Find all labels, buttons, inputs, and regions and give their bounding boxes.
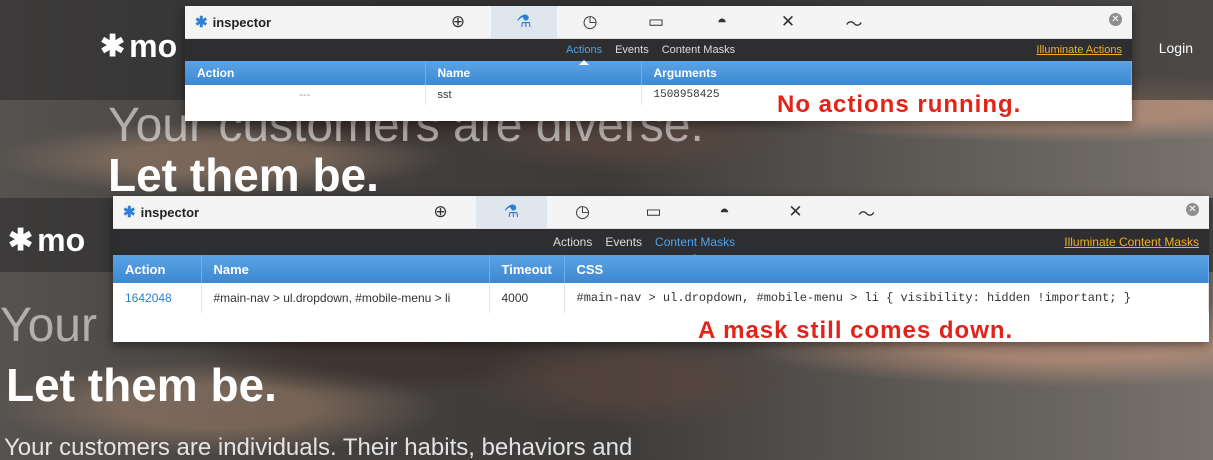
column-header-action[interactable]: Action	[185, 61, 426, 85]
annotation-mask-comes-down: A mask still comes down.	[698, 317, 1014, 344]
site-logo[interactable]: ✱ mo	[8, 222, 85, 259]
hero-headline-bold: Let them be.	[6, 359, 277, 411]
puzzle-icon: ✱	[195, 14, 208, 31]
cell-name: #main-nav > ul.dropdown, #mobile-menu > …	[201, 283, 490, 313]
illuminate-content-masks-link[interactable]: Illuminate Content Masks	[1064, 235, 1199, 249]
annotation-no-actions: No actions running.	[777, 91, 1022, 118]
column-header-name[interactable]: Name	[201, 255, 490, 283]
tab-events[interactable]: Events	[605, 235, 642, 249]
inspector-panel-actions: ✱ inspector ⊕ ⚗ ◷ ▭ ◓ ✕ 〜 ✕ Actions Even…	[185, 6, 1132, 121]
monitor-icon[interactable]: ▭	[623, 6, 689, 38]
cell-action-id[interactable]: 1642048	[113, 283, 202, 313]
inspector-subnav: Actions Events Content Masks Illuminate …	[113, 229, 1209, 259]
column-header-name[interactable]: Name	[425, 61, 642, 85]
table-row[interactable]: 1642048 #main-nav > ul.dropdown, #mobile…	[113, 283, 1209, 313]
inspector-title: ✱ inspector	[123, 203, 199, 221]
close-icon[interactable]: ✕	[1186, 203, 1199, 216]
logo-text: mo	[129, 28, 178, 64]
inspector-tabs: Actions Events Content Masks	[566, 39, 735, 65]
cell-action: ---	[185, 85, 426, 105]
tab-actions[interactable]: Actions	[553, 235, 592, 249]
tools-icon[interactable]: ✕	[755, 6, 821, 38]
tab-content-masks[interactable]: Content Masks	[662, 44, 735, 56]
inspector-title-text: inspector	[212, 14, 272, 30]
table-header-row: Action Name Timeout CSS	[113, 255, 1209, 283]
column-header-css[interactable]: CSS	[564, 255, 1209, 283]
site-logo[interactable]: ✱ mo	[100, 28, 177, 65]
column-header-action[interactable]: Action	[113, 255, 202, 283]
inspector-title-text: inspector	[140, 204, 200, 220]
monitor-icon[interactable]: ▭	[618, 196, 689, 228]
flask-icon[interactable]: ⚗	[476, 196, 547, 228]
stack-icon[interactable]: ◓	[689, 6, 755, 38]
cell-timeout: 4000	[489, 283, 565, 313]
stack-icon[interactable]: ◓	[689, 196, 760, 228]
tab-actions[interactable]: Actions	[566, 44, 602, 65]
illuminate-actions-link[interactable]: Illuminate Actions	[1036, 44, 1122, 56]
tool-buttons: ⊕ ⚗ ◷ ▭ ◓ ✕ 〜	[425, 6, 887, 38]
inspector-subnav: Actions Events Content Masks Illuminate …	[185, 39, 1132, 65]
table-header-row: Action Name Arguments	[185, 61, 1132, 85]
inspector-title: ✱ inspector	[195, 13, 271, 31]
stopwatch-icon[interactable]: ◷	[547, 196, 618, 228]
hero-headline-thin: Your	[0, 299, 97, 352]
target-icon[interactable]: ⊕	[405, 196, 476, 228]
logo-text: mo	[37, 222, 86, 258]
inspector-toolbar: ✱ inspector ⊕ ⚗ ◷ ▭ ◓ ✕ 〜 ✕	[113, 196, 1209, 229]
tools-icon[interactable]: ✕	[760, 196, 831, 228]
tab-events[interactable]: Events	[615, 44, 649, 56]
inspector-panel-content-masks: ✱ inspector ⊕ ⚗ ◷ ▭ ◓ ✕ 〜 ✕ Actions Even…	[113, 196, 1209, 344]
tab-content-masks[interactable]: Content Masks	[655, 235, 735, 259]
cell-css: #main-nav > ul.dropdown, #mobile-menu > …	[564, 283, 1209, 313]
content-masks-table: Action Name Timeout CSS 1642048 #main-na…	[113, 255, 1209, 313]
puzzle-icon: ✱	[123, 204, 136, 221]
puzzle-logo-icon: ✱	[100, 30, 126, 63]
flask-icon[interactable]: ⚗	[491, 6, 557, 38]
inspector-toolbar: ✱ inspector ⊕ ⚗ ◷ ▭ ◓ ✕ 〜 ✕	[185, 6, 1132, 39]
stopwatch-icon[interactable]: ◷	[557, 6, 623, 38]
cell-name: sst	[425, 85, 642, 105]
close-icon[interactable]: ✕	[1109, 13, 1122, 26]
column-header-arguments[interactable]: Arguments	[641, 61, 1132, 85]
tool-buttons: ⊕ ⚗ ◷ ▭ ◓ ✕ 〜	[405, 196, 902, 228]
pulse-icon[interactable]: 〜	[831, 196, 902, 228]
target-icon[interactable]: ⊕	[425, 6, 491, 38]
pulse-icon[interactable]: 〜	[821, 6, 887, 38]
puzzle-logo-icon: ✱	[8, 224, 34, 257]
hero-headline-bold: Let them be.	[108, 149, 379, 198]
login-link[interactable]: Login	[1159, 40, 1193, 56]
column-header-timeout[interactable]: Timeout	[489, 255, 565, 283]
inspector-tabs: Actions Events Content Masks	[553, 229, 735, 259]
hero-subheadline: Your customers are individuals. Their ha…	[4, 434, 633, 460]
